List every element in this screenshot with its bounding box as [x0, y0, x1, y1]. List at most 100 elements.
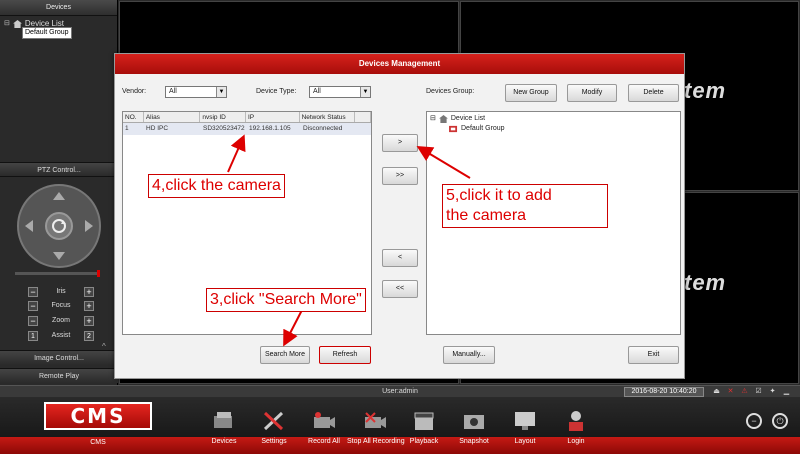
- col-alias[interactable]: Alias: [144, 112, 201, 122]
- devices-icon: [214, 412, 232, 428]
- settings-tool-label: Settings: [261, 438, 287, 445]
- delete-button[interactable]: Delete: [628, 84, 679, 102]
- power-icon[interactable]: ⏻: [772, 413, 788, 429]
- vendor-select[interactable]: All ▼: [165, 86, 227, 98]
- layout-tool-label: Layout: [514, 438, 536, 445]
- login-tool-label: Login: [567, 438, 585, 445]
- remove-all-button[interactable]: <<: [382, 280, 418, 298]
- camera-icon: [464, 415, 484, 429]
- left-panel: Devices ⊟ Device List Default Group PTZ …: [0, 0, 118, 385]
- alarm-icon[interactable]: ⚠: [740, 387, 749, 396]
- dialog-title: Devices Management: [115, 54, 684, 74]
- add-device-button[interactable]: >: [382, 134, 418, 152]
- focus-minus-button[interactable]: −: [28, 300, 38, 311]
- modify-button[interactable]: Modify: [567, 84, 617, 102]
- snapshot-tool-label: Snapshot: [459, 438, 489, 445]
- device-tree: ⊟ Device List Default Group: [0, 16, 117, 39]
- cell-no: 1: [125, 125, 129, 132]
- vendor-label: Vendor:: [122, 88, 147, 95]
- search-more-button[interactable]: Search More: [260, 346, 310, 364]
- house-icon: [12, 19, 22, 28]
- device-type-select[interactable]: All ▼: [309, 86, 371, 98]
- add-all-button[interactable]: >>: [382, 167, 418, 185]
- slider-knob[interactable]: [97, 270, 100, 277]
- stop-recording-tool-button[interactable]: Stop All Recording: [347, 410, 405, 454]
- snapshot-tool-button[interactable]: Snapshot: [446, 410, 502, 454]
- settings-tools-icon: [263, 411, 284, 431]
- col-nvsip-id[interactable]: nvsip ID: [200, 112, 246, 122]
- assist-label: Assist: [51, 332, 71, 339]
- refresh-icon: [52, 219, 66, 233]
- group-icon: [449, 125, 458, 133]
- remote-play-button[interactable]: Remote Play: [0, 368, 118, 383]
- devices-group-label: Devices Group:: [426, 88, 475, 95]
- clapperboard-icon: [414, 412, 434, 430]
- assist-control: 1 Assist 2: [28, 330, 94, 341]
- ptz-direction-pad[interactable]: [17, 184, 101, 268]
- status-datetime: 2016-08-20 10:40:20: [624, 387, 704, 397]
- tree-group-default[interactable]: Default Group: [4, 27, 113, 39]
- record-all-tool-button[interactable]: Record All: [296, 410, 352, 454]
- iris-minus-button[interactable]: −: [28, 286, 38, 297]
- exit-button[interactable]: Exit: [628, 346, 679, 364]
- manually-button[interactable]: Manually...: [443, 346, 495, 364]
- col-no[interactable]: NO.: [123, 112, 144, 122]
- video-overlay-text-1: tem: [684, 78, 727, 103]
- table-header: NO. Alias nvsip ID IP Network Status: [123, 112, 371, 123]
- assist-1-button[interactable]: 1: [28, 330, 38, 341]
- playback-tool-label: Playback: [409, 438, 439, 445]
- image-control-button[interactable]: Image Control...: [0, 350, 118, 365]
- minimize-icon[interactable]: ▁: [782, 387, 791, 396]
- device-type-label: Device Type:: [256, 88, 297, 95]
- col-extra: [355, 112, 371, 122]
- group-tree-root[interactable]: ⊟ Device List: [430, 114, 677, 124]
- minimize-circle-icon[interactable]: −: [746, 413, 762, 429]
- device-type-value: All: [313, 88, 321, 95]
- status-icons: ⏏ ✕ ⚠ ☑ ✦ ▁: [712, 387, 791, 396]
- record-camera-icon: [314, 412, 335, 428]
- playback-tool-button[interactable]: Playback: [396, 410, 452, 454]
- ptz-center-button[interactable]: [45, 212, 73, 240]
- devices-panel-header: Devices: [0, 0, 117, 16]
- col-ip[interactable]: IP: [246, 112, 300, 122]
- group-tree-default[interactable]: Default Group: [430, 124, 677, 134]
- annotation-step5: 5,click it to add the camera: [442, 184, 608, 228]
- assist-2-button[interactable]: 2: [83, 330, 94, 341]
- pin-icon[interactable]: ✦: [768, 387, 777, 396]
- annotation-step5-line1: 5,click it to add: [446, 187, 552, 204]
- video-overlay-text-2: tem: [684, 270, 727, 295]
- record-all-tool-label: Record All: [308, 438, 340, 445]
- focus-label: Focus: [51, 302, 71, 309]
- annotation-step5-line2: the camera: [446, 207, 527, 224]
- expand-minus-icon[interactable]: ⊟: [4, 18, 10, 29]
- annotation-step3: 3,click "Search More": [206, 288, 366, 312]
- login-tool-button[interactable]: Login: [548, 410, 604, 454]
- cell-alias: HD IPC: [146, 125, 169, 132]
- remove-device-button[interactable]: <: [382, 249, 418, 267]
- table-row[interactable]: 1 HD IPC SD320523472 192.168.1.105 Disco…: [123, 123, 371, 135]
- focus-control: − Focus +: [28, 300, 94, 311]
- cell-ip: 192.168.1.105: [249, 125, 291, 132]
- col-network-status[interactable]: Network Status: [300, 112, 356, 122]
- zoom-plus-button[interactable]: +: [84, 315, 94, 326]
- checkbox-icon[interactable]: ☑: [754, 387, 763, 396]
- mute-icon[interactable]: ✕: [726, 387, 735, 396]
- iris-plus-button[interactable]: +: [84, 286, 94, 297]
- zoom-minus-button[interactable]: −: [28, 315, 38, 326]
- ptz-control-header[interactable]: PTZ Control...: [0, 162, 118, 177]
- group-tree-root-label: Device List: [450, 115, 486, 122]
- group-tree-default-label: Default Group: [461, 125, 505, 132]
- stop-record-icon: [365, 412, 386, 428]
- focus-plus-button[interactable]: +: [84, 300, 94, 311]
- ptz-speed-slider[interactable]: [15, 270, 100, 277]
- monitor-icon: [515, 412, 535, 430]
- layout-tool-button[interactable]: Layout: [497, 410, 553, 454]
- refresh-button[interactable]: Refresh: [319, 346, 371, 364]
- new-group-button[interactable]: New Group: [505, 84, 557, 102]
- eject-icon[interactable]: ⏏: [712, 387, 721, 396]
- devices-tool-button[interactable]: Devices: [196, 410, 252, 454]
- settings-tool-button[interactable]: Settings: [246, 410, 302, 454]
- house-icon: [438, 115, 448, 123]
- bottom-toolbar: CMS CMS Devices Settings Record All Stop…: [0, 397, 800, 454]
- expand-minus-icon[interactable]: ⊟: [430, 114, 436, 124]
